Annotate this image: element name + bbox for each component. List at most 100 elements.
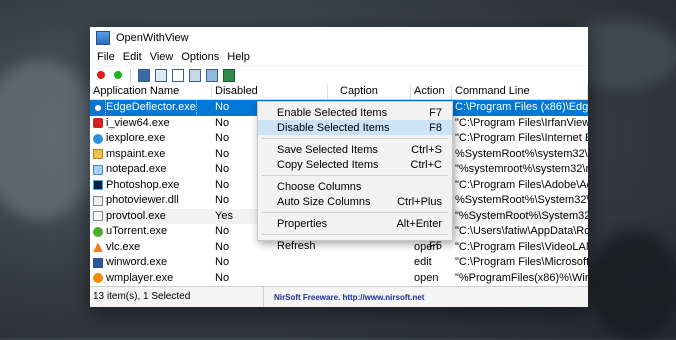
cell-command-line: "%SystemRoot%\System32\ — [455, 209, 588, 222]
column-header-action[interactable]: Action — [411, 84, 452, 99]
enable-green-icon[interactable] — [111, 69, 124, 82]
cell-application-name: notepad.exe — [106, 163, 167, 175]
cell-application-name: winword.exe — [106, 256, 168, 268]
menu-options[interactable]: Options — [177, 51, 223, 63]
cell-action: open — [414, 271, 439, 284]
photoviewer-icon — [93, 195, 103, 206]
ie-icon — [93, 133, 103, 144]
menu-item-label: Auto Size Columns — [277, 195, 371, 208]
save-icon[interactable] — [137, 68, 150, 82]
menu-item-disable-selected[interactable]: Disable Selected Items F8 — [258, 120, 452, 135]
menu-item-properties[interactable]: Properties Alt+Enter — [258, 216, 452, 231]
menu-separator — [262, 138, 448, 139]
status-bar: 13 item(s), 1 Selected NirSoft Freeware.… — [90, 286, 588, 307]
menu-item-save-selected[interactable]: Save Selected Items Ctrl+S — [258, 142, 452, 157]
cell-disabled: No — [215, 271, 230, 284]
background-photo — [0, 60, 100, 220]
column-header-application-name[interactable]: Application Name — [90, 84, 212, 99]
menu-item-shortcut: F7 — [429, 106, 442, 119]
notepad-icon — [93, 164, 103, 175]
wmplayer-icon — [93, 273, 103, 284]
cell-application-name: mspaint.exe — [106, 147, 166, 160]
menu-item-label: Properties — [277, 217, 328, 230]
cell-caption — [328, 271, 411, 287]
cell-command-line: C:\Program Files (x86)\Edge — [452, 100, 588, 116]
menu-item-shortcut: Ctrl+C — [410, 158, 442, 171]
cell-application-name: photoviewer.dll — [106, 194, 179, 206]
cell-application-name: iexplore.exe — [106, 132, 166, 144]
menu-view[interactable]: View — [146, 51, 178, 63]
menu-item-label: Choose Columns — [277, 180, 362, 193]
column-header-command-line[interactable]: Command Line — [452, 84, 588, 99]
app-icon — [96, 31, 110, 45]
title-bar[interactable]: OpenWithView — [90, 27, 588, 49]
cell-application-name: i_view64.exe — [106, 116, 170, 129]
column-header-row: Application Name Disabled Caption Action… — [90, 84, 588, 100]
menu-edit[interactable]: Edit — [119, 51, 146, 63]
cell-command-line: "%ProgramFiles(x86)%\Win — [455, 271, 588, 284]
cell-caption — [328, 255, 411, 271]
exit-icon[interactable] — [222, 68, 235, 82]
menu-item-label: Refresh — [277, 239, 316, 252]
menu-separator — [262, 175, 448, 176]
menu-item-auto-size-columns[interactable]: Auto Size Columns Ctrl+Plus — [258, 194, 452, 209]
cell-application-name: Photoshop.exe — [106, 178, 180, 191]
cell-application-name: EdgeDeflector.exe — [105, 100, 197, 116]
table-row[interactable]: winword.exe No edit "C:\Program Files\Mi… — [90, 255, 588, 271]
cell-command-line: "C:\Program Files\Adobe\Ac — [455, 178, 588, 191]
paint-icon — [93, 149, 103, 160]
cell-disabled: No — [215, 256, 230, 268]
refresh-icon[interactable] — [205, 68, 218, 82]
menu-item-enable-selected[interactable]: Enable Selected Items F7 — [258, 105, 452, 120]
menu-item-shortcut: F5 — [429, 239, 442, 252]
toolbar — [90, 66, 588, 85]
cell-action: edit — [414, 256, 432, 268]
cell-command-line: "C:\Users\fatiw\AppData\Ro — [455, 225, 588, 237]
menu-separator — [262, 234, 448, 235]
column-header-disabled[interactable]: Disabled — [212, 84, 328, 99]
copy-icon[interactable] — [154, 68, 167, 82]
menu-item-label: Save Selected Items — [277, 143, 378, 156]
menu-item-choose-columns[interactable]: Choose Columns — [258, 179, 452, 194]
cell-command-line: "C:\Program Files\Microsoft — [455, 256, 588, 268]
menu-separator — [262, 212, 448, 213]
menu-item-shortcut: Alt+Enter — [396, 217, 442, 230]
menu-item-refresh[interactable]: Refresh F5 — [258, 238, 452, 253]
menu-item-label: Enable Selected Items — [277, 106, 388, 119]
word-icon — [93, 257, 103, 268]
background-photo-dark — [590, 230, 676, 340]
utorrent-icon — [93, 226, 103, 237]
table-row[interactable]: wmplayer.exe No open "%ProgramFiles(x86)… — [90, 271, 588, 287]
cell-command-line: %SystemRoot%\System32\r — [455, 194, 588, 206]
column-header-caption[interactable]: Caption — [328, 84, 411, 99]
menu-help[interactable]: Help — [223, 51, 254, 63]
photoshop-icon — [93, 180, 103, 191]
menu-item-copy-selected[interactable]: Copy Selected Items Ctrl+C — [258, 157, 452, 172]
menu-item-shortcut: Ctrl+Plus — [397, 195, 442, 208]
status-item-count: 13 item(s), 1 Selected — [90, 287, 264, 307]
cell-command-line: "%systemroot%\system32\n — [455, 163, 588, 175]
cell-command-line: "C:\Program Files\Internet E — [455, 132, 588, 144]
cell-application-name: vlc.exe — [106, 240, 141, 253]
cell-command-line: "C:\Program Files\VideoLAN — [455, 240, 588, 253]
menu-bar: File Edit View Options Help — [90, 49, 588, 66]
cell-application-name: wmplayer.exe — [106, 271, 174, 284]
cell-command-line: "C:\Program Files\IrfanView\ — [455, 116, 588, 129]
cell-command-line: %SystemRoot%\system32\m — [455, 147, 588, 160]
window-title: OpenWithView — [116, 32, 189, 44]
provtool-icon — [93, 211, 103, 222]
menu-item-label: Disable Selected Items — [277, 121, 390, 134]
toolbar-separator — [130, 68, 131, 82]
menu-item-shortcut: Ctrl+S — [411, 143, 442, 156]
cell-application-name: provtool.exe — [106, 209, 166, 222]
context-menu: Enable Selected Items F7 Disable Selecte… — [257, 101, 453, 252]
vlc-icon — [93, 242, 103, 253]
cell-application-name: uTorrent.exe — [106, 225, 168, 237]
properties-icon[interactable] — [188, 68, 201, 82]
irfanview-icon — [93, 118, 103, 129]
nirsoft-link[interactable]: NirSoft Freeware. http://www.nirsoft.net — [264, 293, 588, 302]
disable-red-icon[interactable] — [94, 69, 107, 82]
report-icon[interactable] — [171, 68, 184, 82]
menu-item-shortcut: F8 — [429, 121, 442, 134]
menu-file[interactable]: File — [93, 51, 119, 63]
